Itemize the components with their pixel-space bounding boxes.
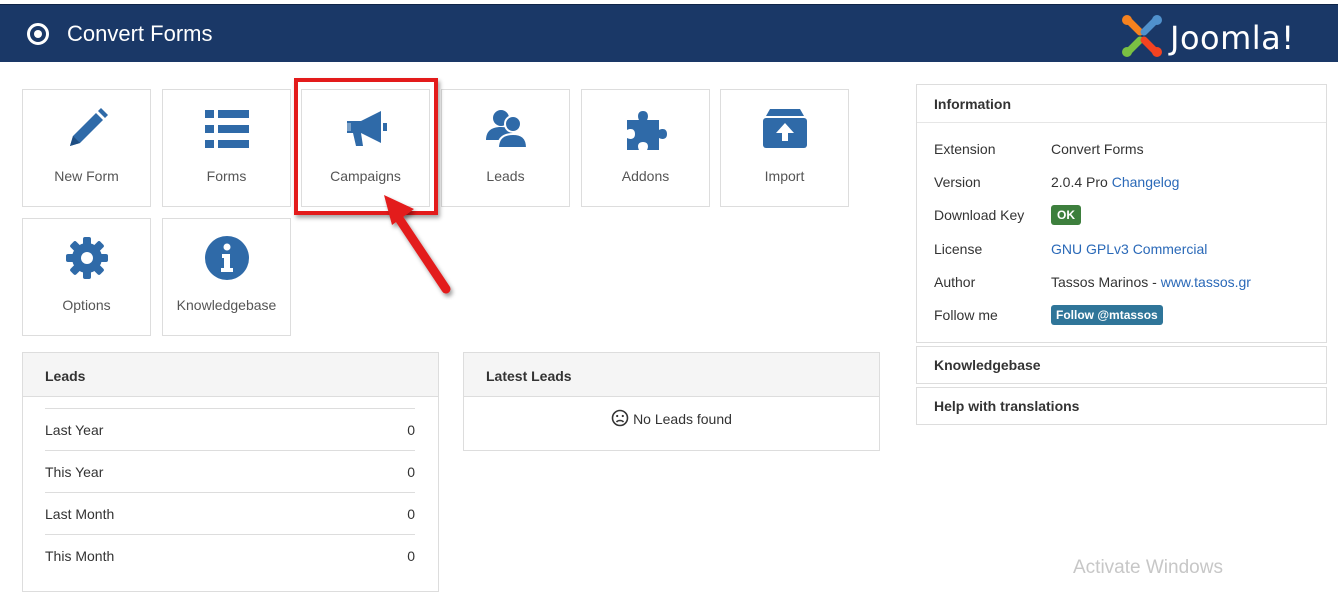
tile-label: Forms	[206, 168, 247, 184]
info-value: Follow @mtassos	[1051, 305, 1163, 325]
empty-text: No Leads found	[633, 411, 732, 427]
tile-addons[interactable]: Addons	[581, 89, 710, 207]
table-row: Last Month 0	[45, 492, 415, 534]
tile-new-form[interactable]: New Form	[22, 89, 151, 207]
joomla-icon	[1122, 15, 1162, 57]
tile-knowledgebase[interactable]: Knowledgebase	[162, 218, 291, 336]
panel-title: Information	[917, 85, 1326, 123]
tile-forms[interactable]: Forms	[162, 89, 291, 207]
latest-leads-panel: Latest Leads No Leads found	[463, 352, 880, 451]
admin-header: Convert Forms Joomla!	[0, 4, 1338, 62]
info-label: Author	[934, 274, 976, 290]
tile-leads[interactable]: Leads	[441, 89, 570, 207]
tile-label: Options	[62, 297, 111, 313]
changelog-link[interactable]: Changelog	[1112, 174, 1180, 190]
gear-icon	[66, 237, 108, 279]
joomla-wordmark: Joomla!	[1170, 19, 1295, 57]
follow-button[interactable]: Follow @mtassos	[1051, 305, 1163, 325]
page-title: Convert Forms	[67, 21, 213, 46]
author-name: Tassos Marinos -	[1051, 274, 1161, 290]
row-value: 0	[407, 422, 415, 438]
tile-label: New Form	[54, 168, 119, 184]
info-label: Follow me	[934, 307, 998, 323]
tile-import[interactable]: Import	[720, 89, 849, 207]
translations-section-toggle[interactable]: Help with translations	[916, 387, 1327, 425]
annotation-arrow-icon	[384, 195, 451, 294]
tile-options[interactable]: Options	[22, 218, 151, 336]
version-text: 2.0.4 Pro	[1051, 174, 1108, 190]
pencil-icon	[70, 108, 108, 146]
frown-icon	[611, 409, 629, 427]
author-website-link[interactable]: www.tassos.gr	[1161, 274, 1251, 290]
info-circle-icon	[205, 236, 249, 280]
puzzle-icon	[627, 111, 667, 150]
tile-label: Addons	[621, 168, 670, 184]
info-label: Version	[934, 174, 981, 190]
row-label: This Month	[45, 548, 115, 564]
row-value: 0	[407, 506, 415, 522]
table-row: This Year 0	[45, 450, 415, 492]
table-row: Last Year 0	[45, 408, 415, 450]
info-label: License	[934, 241, 983, 257]
convert-forms-logo-icon	[27, 23, 49, 45]
table-row: This Month 0	[45, 534, 415, 576]
row-label: Last Year	[45, 422, 104, 438]
info-label: Extension	[934, 141, 996, 157]
info-value: 2.0.4 Pro Changelog	[1051, 174, 1179, 190]
knowledgebase-section-toggle[interactable]: Knowledgebase	[916, 346, 1327, 384]
tile-label: Knowledgebase	[176, 297, 277, 313]
row-label: This Year	[45, 464, 104, 480]
activate-windows-watermark: Activate Windows	[1073, 557, 1223, 578]
license-link[interactable]: GNU GPLv3 Commercial	[1051, 241, 1207, 257]
panel-title: Leads	[23, 353, 438, 397]
tile-label: Import	[764, 168, 805, 184]
information-panel: Information Extension Convert Forms Vers…	[916, 84, 1327, 343]
info-label: Download Key	[934, 207, 1025, 223]
status-badge: OK	[1051, 205, 1081, 225]
info-value: Tassos Marinos - www.tassos.gr	[1051, 274, 1251, 290]
row-value: 0	[407, 548, 415, 564]
tile-label: Leads	[486, 168, 525, 184]
info-value: OK	[1051, 205, 1081, 225]
empty-state: No Leads found	[464, 409, 879, 427]
row-label: Last Month	[45, 506, 115, 522]
info-value: GNU GPLv3 Commercial	[1051, 241, 1207, 257]
joomla-logo[interactable]: Joomla!	[1120, 14, 1320, 58]
leads-stats-panel: Leads Last Year 0 This Year 0 Last Month…	[22, 352, 439, 592]
list-icon	[205, 110, 249, 148]
row-value: 0	[407, 464, 415, 480]
upload-box-icon	[763, 109, 807, 148]
users-icon	[486, 110, 529, 149]
info-value: Convert Forms	[1051, 141, 1144, 157]
panel-title: Latest Leads	[464, 353, 879, 397]
